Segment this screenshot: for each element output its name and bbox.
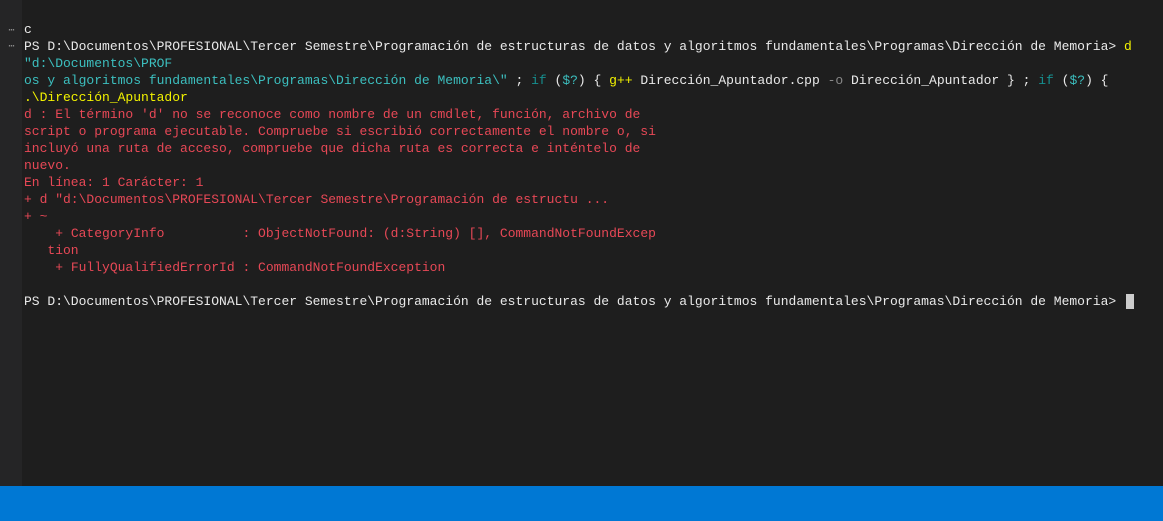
cmd-run: .\Dirección_Apuntador: [24, 90, 188, 105]
cmd-paren: ) {: [578, 73, 609, 88]
cmd-if: if: [1038, 73, 1061, 88]
error-line: + FullyQualifiedErrorId : CommandNotFoun…: [24, 260, 445, 275]
cmd-paren: ) {: [1085, 73, 1116, 88]
error-line: d : El término 'd' no se reconoce como n…: [24, 107, 640, 122]
prompt-path: D:\Documentos\PROFESIONAL\Tercer Semestr…: [47, 39, 1124, 54]
prompt-prefix: PS: [24, 39, 47, 54]
gutter-ellipsis: ⋯: [0, 40, 22, 56]
terminal-text: c: [24, 22, 32, 37]
cmd-d: d: [1124, 39, 1140, 54]
editor-gutter: ⋯ ⋯: [0, 0, 22, 521]
error-line: + ~: [24, 209, 47, 224]
cmd-out: Dirección_Apuntador }: [843, 73, 1022, 88]
error-line: incluyó una ruta de acceso, compruebe qu…: [24, 141, 640, 156]
cmd-flag: -o: [828, 73, 844, 88]
prompt-path: D:\Documentos\PROFESIONAL\Tercer Semestr…: [47, 294, 1124, 309]
windows-taskbar[interactable]: [0, 486, 1163, 521]
cmd-sep: ;: [1023, 73, 1039, 88]
prompt-prefix: PS: [24, 294, 47, 309]
error-line: nuevo.: [24, 158, 71, 173]
error-line: tion: [24, 243, 79, 258]
cmd-var: $?: [562, 73, 578, 88]
error-line: + CategoryInfo : ObjectNotFound: (d:Stri…: [24, 226, 656, 241]
cmd-sep: ;: [508, 73, 531, 88]
cmd-args: Dirección_Apuntador.cpp: [633, 73, 828, 88]
terminal-panel[interactable]: c PS D:\Documentos\PROFESIONAL\Tercer Se…: [24, 4, 1161, 486]
cmd-var: $?: [1069, 73, 1085, 88]
error-line: En línea: 1 Carácter: 1: [24, 175, 203, 190]
terminal-cursor[interactable]: [1126, 294, 1134, 309]
cmd-path-cont: os y algoritmos fundamentales\Programas\…: [24, 73, 508, 88]
cmd-if: if: [531, 73, 554, 88]
error-line: script o programa ejecutable. Compruebe …: [24, 124, 656, 139]
cmd-gpp: g++: [609, 73, 632, 88]
error-line: + d "d:\Documentos\PROFESIONAL\Tercer Se…: [24, 192, 609, 207]
cmd-path: "d:\Documentos\PROF: [24, 56, 172, 71]
gutter-ellipsis: ⋯: [0, 24, 22, 40]
